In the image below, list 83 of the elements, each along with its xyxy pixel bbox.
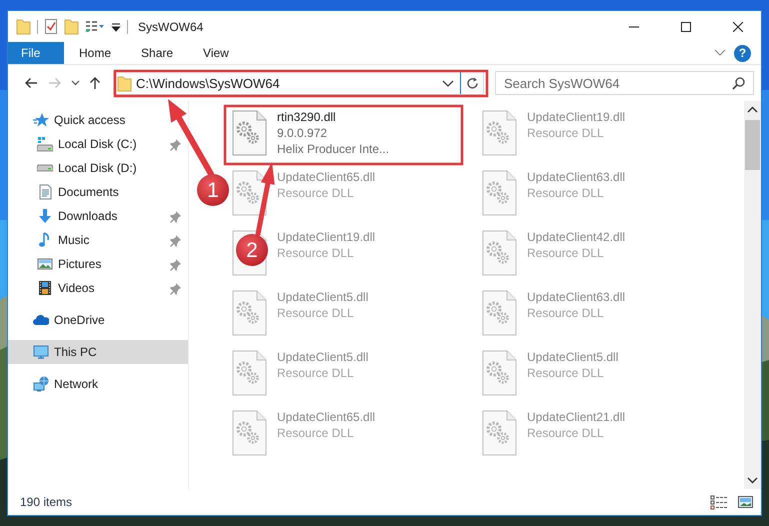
sidebar-item[interactable]: Local Disk (D:) bbox=[8, 156, 141, 180]
film-strip-icon bbox=[37, 280, 53, 296]
scroll-up-icon[interactable] bbox=[747, 106, 758, 114]
sidebar-item[interactable]: Quick access bbox=[8, 108, 130, 132]
sidebar-label: Local Disk (D:) bbox=[58, 161, 137, 175]
network-icon bbox=[33, 376, 49, 392]
ribbon-tab[interactable]: Share bbox=[126, 42, 188, 64]
scroll-down-icon[interactable] bbox=[747, 476, 758, 484]
file-name[interactable]: rtin3290.dll bbox=[277, 109, 390, 125]
maximize-icon bbox=[681, 22, 691, 32]
sidebar-label: Quick access bbox=[54, 113, 126, 127]
ribbon-tab[interactable]: Home bbox=[64, 42, 126, 64]
pin-icon[interactable] bbox=[170, 138, 182, 151]
forward-arrow-icon bbox=[48, 76, 62, 90]
file-detail: Resource DLL bbox=[277, 425, 355, 441]
file-detail: Resource DLL bbox=[527, 305, 605, 321]
ribbon-tab[interactable]: View bbox=[188, 42, 244, 64]
back-arrow-icon bbox=[24, 76, 38, 90]
sidebar-item[interactable]: Music bbox=[8, 228, 94, 252]
pin-icon[interactable] bbox=[170, 234, 182, 247]
search-field[interactable]: Search SysWOW64 bbox=[495, 71, 754, 95]
file-detail: Resource DLL bbox=[277, 185, 355, 201]
pictures-icon bbox=[37, 256, 53, 272]
computer-icon bbox=[33, 344, 49, 360]
sidebar-label: Network bbox=[54, 377, 98, 391]
details-view-icon[interactable] bbox=[710, 494, 728, 510]
file-detail: Resource DLL bbox=[527, 245, 605, 261]
pin-icon[interactable] bbox=[170, 282, 182, 295]
item-count: 190 items bbox=[20, 495, 72, 509]
sidebar-label: Documents bbox=[58, 185, 119, 199]
sidebar-item[interactable]: Videos bbox=[8, 276, 98, 300]
pin-icon[interactable] bbox=[170, 210, 182, 223]
file-detail: Resource DLL bbox=[527, 425, 605, 441]
drive-icon bbox=[37, 136, 53, 152]
up-arrow-icon bbox=[88, 76, 102, 90]
scrollbar[interactable] bbox=[744, 101, 761, 489]
file-detail: Resource DLL bbox=[527, 125, 605, 141]
pin-icon[interactable] bbox=[170, 258, 182, 271]
refresh-icon bbox=[466, 76, 478, 90]
sidebar-item[interactable]: This PC bbox=[8, 340, 188, 364]
dropdown-caret-icon[interactable] bbox=[442, 80, 454, 86]
help-button[interactable]: ? bbox=[734, 44, 751, 62]
folder-icon bbox=[117, 74, 132, 92]
file-detail: 9.0.0.972 bbox=[277, 125, 328, 141]
step-badge: 2 bbox=[236, 234, 268, 266]
file-detail: Helix Producer Inte... bbox=[277, 141, 390, 157]
file-detail: Resource DLL bbox=[527, 365, 605, 381]
file-menu-button[interactable]: File bbox=[8, 42, 64, 64]
document-icon bbox=[37, 184, 53, 200]
sidebar-label: OneDrive bbox=[54, 313, 105, 327]
sidebar-label: Music bbox=[58, 233, 90, 247]
file-detail: Resource DLL bbox=[277, 305, 355, 321]
download-arrow-icon bbox=[37, 208, 53, 224]
cloud-icon bbox=[33, 312, 49, 328]
drive-icon bbox=[37, 164, 53, 172]
folder-icon bbox=[16, 18, 31, 35]
view-menu-icon[interactable] bbox=[85, 19, 105, 34]
sidebar-label: Local Disk (C:) bbox=[58, 137, 137, 151]
caret-icon bbox=[70, 80, 80, 86]
sidebar-item[interactable]: Local Disk (C:) bbox=[8, 132, 141, 156]
chevron-down-icon[interactable] bbox=[714, 49, 726, 57]
sidebar-item[interactable]: Documents bbox=[8, 180, 123, 204]
sidebar-item[interactable]: Network bbox=[8, 372, 102, 396]
sidebar-item[interactable]: OneDrive bbox=[8, 308, 109, 332]
address-field[interactable]: C:\Windows\SysWOW64 bbox=[113, 71, 484, 95]
sidebar-item[interactable]: Pictures bbox=[8, 252, 106, 276]
file-detail: Resource DLL bbox=[277, 245, 355, 261]
sidebar-label: Videos bbox=[58, 281, 94, 295]
large-icons-view-icon[interactable] bbox=[738, 495, 753, 509]
file-detail: Resource DLL bbox=[527, 185, 605, 201]
sidebar-item[interactable]: Downloads bbox=[8, 204, 122, 228]
search-icon bbox=[732, 76, 745, 90]
sidebar-label: This PC bbox=[54, 345, 97, 359]
quick-access-icon bbox=[33, 112, 49, 128]
properties-icon[interactable] bbox=[44, 18, 58, 35]
scroll-thumb[interactable] bbox=[745, 120, 760, 170]
step-badge: 1 bbox=[197, 174, 229, 206]
file-detail: Resource DLL bbox=[277, 365, 355, 381]
customize-menu-icon[interactable] bbox=[111, 22, 121, 32]
sidebar-label: Pictures bbox=[58, 257, 102, 271]
close-icon bbox=[733, 22, 743, 32]
window-title: SysWOW64 bbox=[138, 20, 204, 34]
sidebar-label: Downloads bbox=[58, 209, 118, 223]
